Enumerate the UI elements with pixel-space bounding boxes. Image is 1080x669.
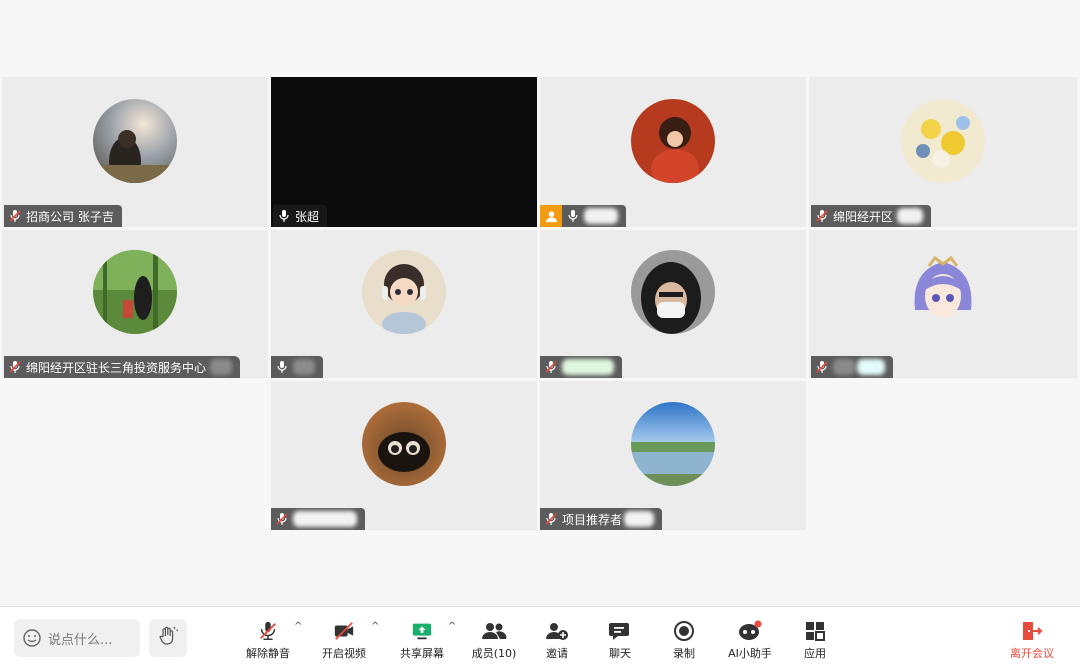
participant-name: 绵阳经开区 [833,209,894,224]
mic-muted-icon [8,209,22,223]
mic-muted-icon [257,619,279,643]
participant-name [584,208,618,224]
leave-meeting-button[interactable]: 离开会议 [1000,619,1064,663]
chat-input[interactable]: 说点什么... [14,619,140,657]
participant-nameplate [540,356,622,378]
participant-tile[interactable] [540,77,806,227]
participant-nameplate [271,508,365,530]
members-icon [481,619,507,643]
participant-tile[interactable] [271,230,537,378]
chat-icon [608,619,632,643]
participant-tile[interactable] [540,230,806,378]
participant-nameplate: 张超 [273,205,328,227]
blurred-name [897,208,924,224]
record-label: 录制 [673,647,695,660]
participant-tile[interactable]: 张超 [271,77,537,227]
invite-label: 邀请 [546,647,568,660]
participant-nameplate: 绵阳经开区驻长三角投资服务中心 [4,356,241,378]
participant-nameplate: 项目推荐者 [540,508,663,530]
record-icon [673,619,695,643]
participant-name [833,359,855,375]
participant-nameplate [811,356,893,378]
participant-name [293,511,357,527]
apps-grid-icon [804,619,826,643]
unmute-label: 解除静音 [246,647,290,660]
share-options-chevron-icon[interactable]: ^ [448,621,456,632]
participant-name: 项目推荐者 [562,512,623,527]
raise-hand-button[interactable] [149,619,187,657]
invite-button[interactable]: 邀请 [525,619,589,663]
avatar [631,402,715,486]
mic-icon [566,209,580,223]
video-grid: 招商公司 张子吉 张超 绵阳经开区 绵阳经开区驻长三角投资服务中心 项目推荐者 [0,0,1080,606]
start-video-button[interactable]: 开启视频 [312,619,376,663]
participant-name [562,359,614,375]
unmute-button[interactable]: 解除静音 [236,619,300,663]
share-screen-button[interactable]: 共享屏幕 [390,619,454,663]
video-options-chevron-icon[interactable]: ^ [371,621,379,632]
participant-name: 绵阳经开区驻长三角投资服务中心 [26,360,207,375]
mic-muted-icon [8,360,22,374]
participant-nameplate [540,205,626,227]
chat-label: 聊天 [609,647,631,660]
participant-tile[interactable]: 绵阳经开区驻长三角投资服务中心 [2,230,268,378]
participant-tile[interactable] [809,230,1077,378]
leave-meeting-label: 离开会议 [1010,647,1054,660]
avatar [93,99,177,183]
start-video-label: 开启视频 [322,647,366,660]
avatar [631,99,715,183]
camera-off-icon [332,619,356,643]
participant-nameplate: 招商公司 张子吉 [4,205,122,227]
blurred-name [210,359,233,375]
ai-assistant-button[interactable]: AI小助手 [718,619,782,663]
participant-tile[interactable]: 招商公司 张子吉 [2,77,268,227]
audio-options-chevron-icon[interactable]: ^ [294,621,302,632]
mic-muted-icon [544,360,558,374]
avatar [362,402,446,486]
share-screen-label: 共享屏幕 [400,647,444,660]
participant-nameplate: 绵阳经开区 [811,205,932,227]
ai-assistant-icon [737,619,763,643]
ai-assistant-label: AI小助手 [728,647,772,660]
mic-muted-icon [815,209,829,223]
mic-icon [277,209,291,223]
participant-tile[interactable]: 绵阳经开区 [809,77,1077,227]
chat-button[interactable]: 聊天 [588,619,652,663]
chat-placeholder: 说点什么... [48,632,113,648]
mic-muted-icon [815,360,829,374]
avatar [901,99,985,183]
blurred-name [857,359,885,375]
mic-muted-icon [544,512,558,526]
emoji-icon[interactable] [22,628,42,648]
avatar [901,250,985,334]
meeting-toolbar: 说点什么... 解除静音 ^ 开启视频 ^ 共享屏幕 ^ 成员(10) 邀请 聊… [0,606,1080,669]
participant-tile[interactable] [271,381,537,530]
mic-muted-icon [275,512,289,526]
participant-name: 招商公司 张子吉 [26,209,114,224]
participant-nameplate [271,356,323,378]
members-button[interactable]: 成员(10) [462,619,526,663]
raise-hand-icon [157,625,179,651]
apps-label: 应用 [804,647,826,660]
add-user-icon [545,619,569,643]
mic-icon [275,360,289,374]
avatar [93,250,177,334]
exit-icon [1020,619,1044,643]
blurred-name [624,511,655,527]
participant-tile[interactable]: 项目推荐者 [540,381,806,530]
avatar [362,250,446,334]
share-screen-icon [410,619,434,643]
participant-name: 张超 [295,209,320,224]
avatar [631,250,715,334]
members-label: 成员(10) [471,647,517,660]
participant-name [293,359,315,375]
record-button[interactable]: 录制 [652,619,716,663]
apps-button[interactable]: 应用 [783,619,847,663]
host-badge-icon [540,205,562,227]
